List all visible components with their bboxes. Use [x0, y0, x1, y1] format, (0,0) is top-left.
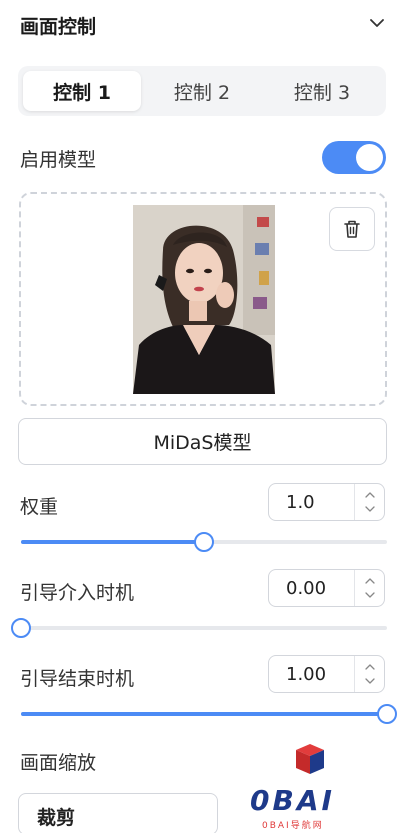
toggle-knob: [356, 144, 383, 171]
resize-mode-label: 画面缩放: [20, 752, 97, 774]
weight-value[interactable]: 1.0: [286, 492, 315, 513]
chevron-up-icon[interactable]: [364, 663, 376, 671]
chevron-down-icon[interactable]: [368, 14, 386, 32]
panel-header: 画面控制: [0, 0, 407, 52]
reference-photo: [133, 205, 275, 394]
stepper-arrows: [354, 656, 384, 692]
panel-title: 画面控制: [20, 16, 97, 38]
slider-thumb[interactable]: [194, 532, 214, 552]
chevron-up-icon[interactable]: [364, 577, 376, 585]
stepper-arrows: [354, 484, 384, 520]
chevron-up-icon[interactable]: [364, 491, 376, 499]
guidance-start-slider[interactable]: [11, 618, 387, 638]
resize-mode-value: 裁剪: [37, 807, 76, 829]
enable-model-toggle[interactable]: [322, 141, 386, 174]
tab-control-1[interactable]: 控制 1: [23, 71, 141, 111]
watermark-subtext: 0BAI导航网: [262, 821, 324, 831]
guidance-start-label: 引导介入时机: [20, 582, 135, 604]
chevron-down-icon[interactable]: [364, 505, 376, 513]
slider-fill: [21, 712, 387, 716]
watermark-text: 0BAI: [250, 784, 335, 817]
slider-fill: [21, 540, 204, 544]
delete-image-button[interactable]: [329, 207, 375, 251]
weight-slider[interactable]: [21, 532, 387, 552]
resize-mode-select[interactable]: 裁剪: [18, 793, 218, 833]
guidance-start-value[interactable]: 0.00: [286, 578, 326, 599]
slider-thumb[interactable]: [377, 704, 397, 724]
weight-label: 权重: [20, 496, 59, 518]
guidance-end-value[interactable]: 1.00: [286, 664, 326, 685]
chevron-down-icon[interactable]: [364, 591, 376, 599]
stepper-arrows: [354, 570, 384, 606]
tab-control-2[interactable]: 控制 2: [143, 71, 261, 111]
watermark-logo: 0BAI 0BAI导航网: [250, 744, 360, 831]
trash-icon: [344, 220, 360, 238]
cube-logo-icon: [296, 744, 324, 774]
guidance-start-stepper[interactable]: 0.00: [268, 569, 385, 607]
model-select-button[interactable]: MiDaS模型: [18, 418, 387, 465]
weight-stepper[interactable]: 1.0: [268, 483, 385, 521]
tab-control-3[interactable]: 控制 3: [263, 71, 381, 111]
chevron-down-icon[interactable]: [364, 677, 376, 685]
guidance-end-slider[interactable]: [21, 704, 397, 724]
slider-track: [21, 626, 387, 630]
image-upload-area[interactable]: [19, 192, 387, 406]
guidance-end-label: 引导结束时机: [20, 668, 135, 690]
slider-thumb[interactable]: [11, 618, 31, 638]
control-tabs: 控制 1 控制 2 控制 3: [18, 66, 386, 116]
enable-model-label: 启用模型: [20, 149, 97, 171]
guidance-end-stepper[interactable]: 1.00: [268, 655, 385, 693]
